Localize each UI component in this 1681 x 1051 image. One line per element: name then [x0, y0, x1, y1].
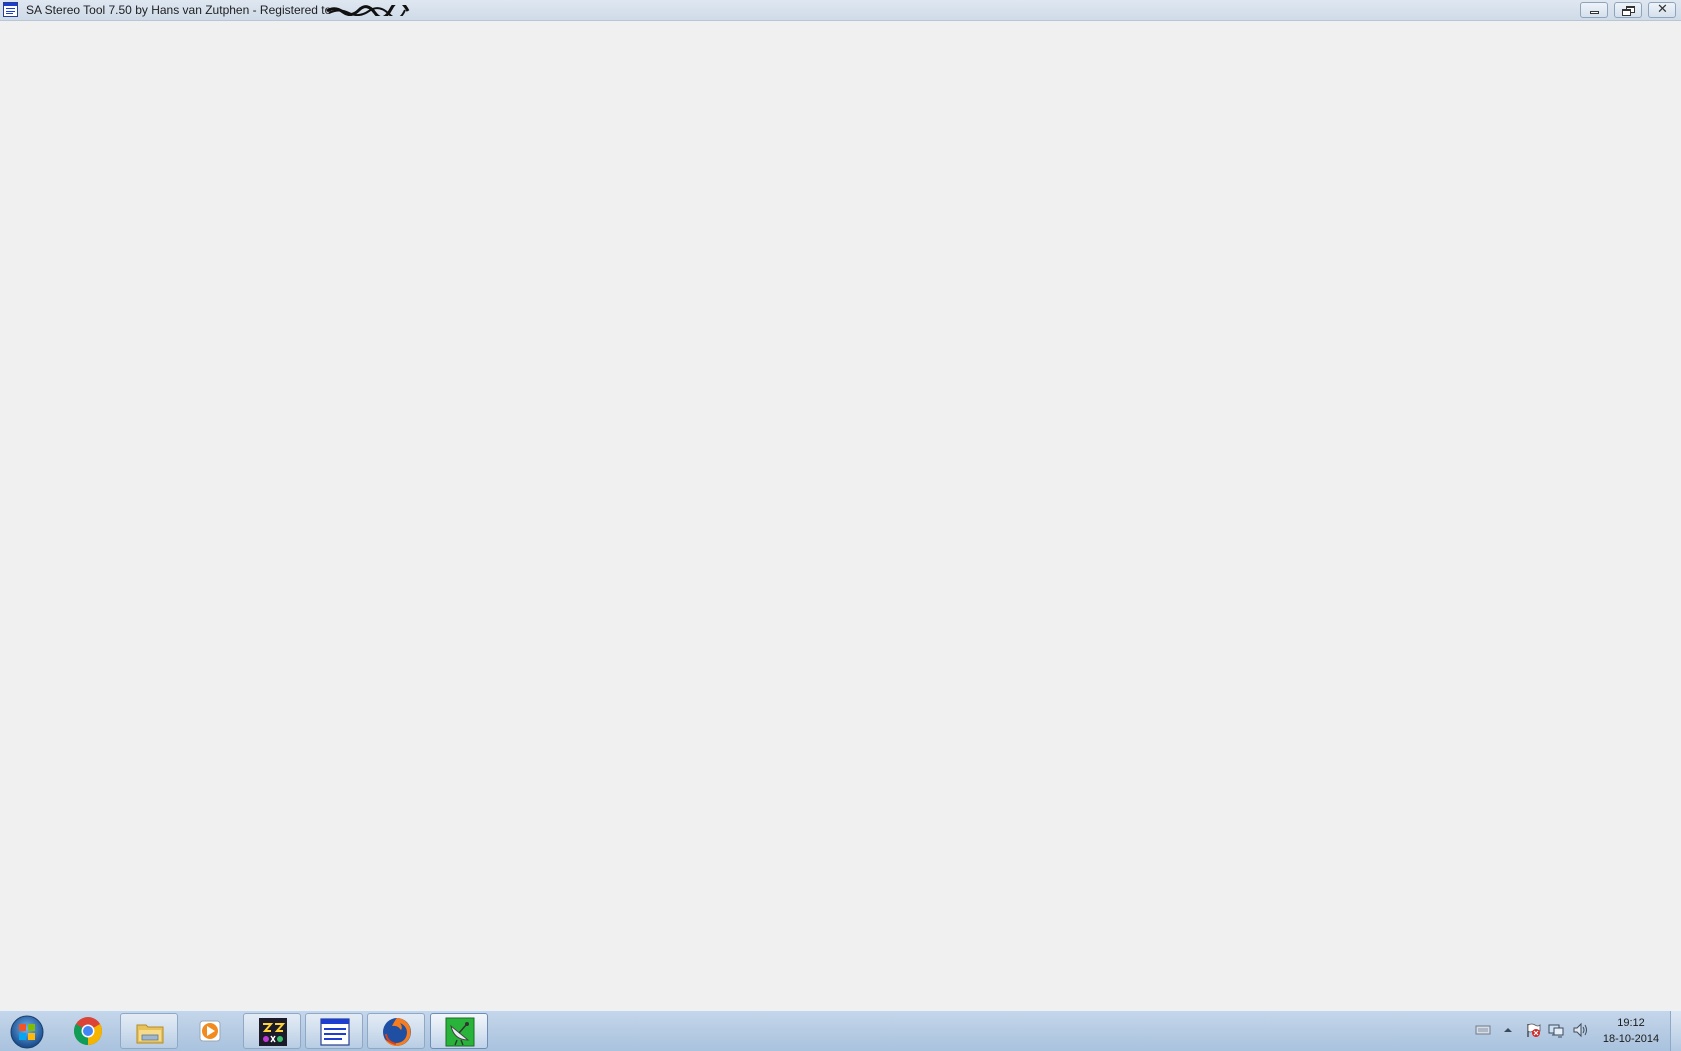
restore-button[interactable]: [1614, 2, 1642, 18]
start-button[interactable]: [4, 1013, 50, 1049]
taskbar-app[interactable]: [243, 1013, 301, 1049]
clock-time: 19:12: [1617, 1017, 1645, 1029]
windows-orb-icon: [10, 1015, 44, 1049]
redacted-name-scribble: [326, 5, 410, 16]
taskbar: 19:12 18-10-2014: [0, 1010, 1681, 1051]
chrome-icon: [74, 1017, 102, 1045]
desktop-screen: SA Stereo Tool 7.50 by Hans van Zutphen …: [0, 0, 1681, 1051]
taskbar-stereo-tool[interactable]: [305, 1013, 363, 1049]
show-hidden-icons-arrow[interactable]: [1503, 1026, 1513, 1034]
taskbar-media-player[interactable]: [181, 1013, 239, 1049]
keyboard-icon[interactable]: [1475, 1023, 1491, 1037]
satellite-dish-icon: [445, 1017, 475, 1047]
media-player-icon: [199, 1020, 221, 1042]
taskbar-chrome[interactable]: [59, 1013, 117, 1049]
folder-icon: [136, 1024, 164, 1044]
clock-date: 18-10-2014: [1602, 1033, 1660, 1045]
stereo-tool-app-icon[interactable]: [3, 2, 18, 17]
taskbar-firefox[interactable]: [367, 1013, 425, 1049]
close-icon: ✕: [1657, 2, 1668, 17]
show-desktop-button[interactable]: [1670, 1011, 1681, 1051]
action-center-flag-icon[interactable]: [1525, 1022, 1541, 1038]
window-titlebar[interactable]: SA Stereo Tool 7.50 by Hans van Zutphen …: [0, 0, 1681, 21]
firefox-icon: [383, 1018, 411, 1046]
network-icon[interactable]: [1548, 1022, 1564, 1038]
minimize-button[interactable]: [1580, 2, 1608, 18]
volume-icon[interactable]: [1572, 1022, 1588, 1038]
minimize-icon: [1590, 11, 1599, 14]
taskbar-satellite-app[interactable]: [430, 1013, 488, 1049]
stereo-tool-icon: [320, 1018, 350, 1046]
window-client-area: [0, 21, 1681, 1010]
taskbar-explorer[interactable]: [120, 1013, 178, 1049]
taskbar-clock[interactable]: 19:12 18-10-2014: [1600, 1015, 1662, 1047]
app-icon: [259, 1018, 287, 1046]
close-button[interactable]: ✕: [1648, 2, 1676, 18]
window-title: SA Stereo Tool 7.50 by Hans van Zutphen …: [26, 3, 332, 17]
